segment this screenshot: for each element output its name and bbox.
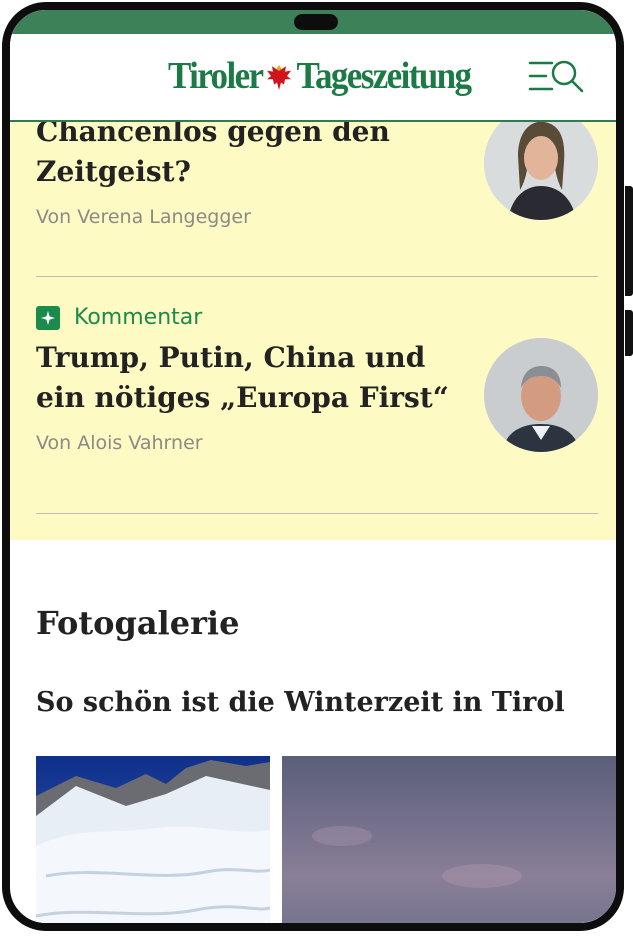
camera-notch [294, 14, 338, 30]
divider [36, 276, 598, 277]
article-headline[interactable]: Chancenlos gegen den Zeitgeist? [36, 122, 466, 192]
tyrol-eagle-icon [264, 60, 294, 92]
gallery-title[interactable]: So schön ist die Winterzeit in Tirol [36, 687, 565, 718]
phone-device: Tiroler Tageszeitung Chancenlos gegen de… [0, 0, 633, 937]
logo-text-left: Tiroler [168, 54, 264, 97]
gallery-photo[interactable] [36, 756, 270, 923]
sparkle-badge-icon [36, 305, 60, 330]
menu-search-button[interactable] [528, 56, 588, 96]
kicker-label: Kommentar [74, 305, 203, 330]
screen: Tiroler Tageszeitung Chancenlos gegen de… [2, 2, 624, 931]
gallery-photo[interactable] [282, 756, 616, 923]
menu-search-icon [528, 60, 584, 93]
site-header: Tiroler Tageszeitung [10, 34, 616, 122]
main-content: Chancenlos gegen den Zeitgeist? Von Vere… [10, 122, 616, 923]
site-logo[interactable]: Tiroler Tageszeitung [168, 52, 472, 100]
article-headline[interactable]: Trump, Putin, China und ein nötiges „Eur… [36, 338, 466, 418]
side-button-volume [625, 310, 633, 356]
side-button-power [625, 186, 633, 296]
logo-text-right: Tageszeitung [296, 54, 472, 97]
article-kicker: Kommentar [36, 305, 596, 330]
divider [36, 513, 598, 514]
author-avatar [484, 338, 598, 452]
section-title: Fotogalerie [36, 604, 240, 642]
